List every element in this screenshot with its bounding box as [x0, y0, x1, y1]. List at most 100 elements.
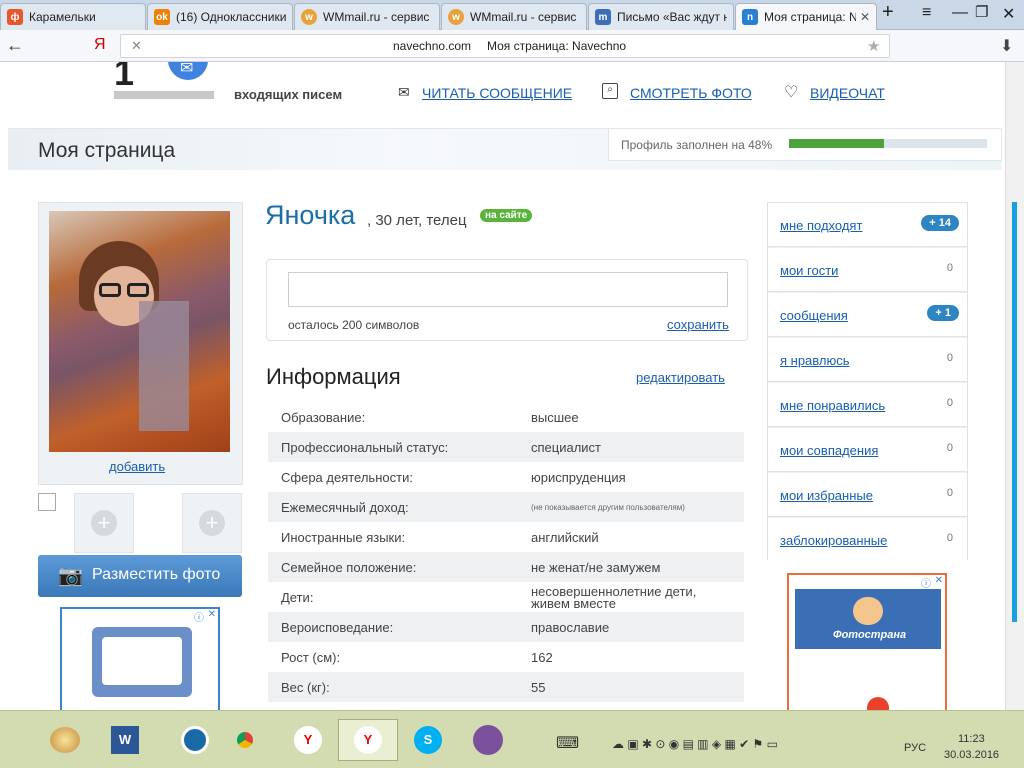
- sidebar-item-i-liked[interactable]: мне понравились 0: [768, 383, 967, 427]
- info-key: Вес (кг):: [281, 680, 330, 695]
- yandex-browser-icon[interactable]: Y: [278, 719, 338, 761]
- videochat-link[interactable]: ВИДЕОЧАТ: [810, 85, 885, 101]
- sidebar-item-suitable[interactable]: мне подходят + 14: [768, 203, 967, 247]
- ad-notification-icon: [867, 697, 889, 710]
- sidebar-item-label[interactable]: я нравлюсь: [780, 353, 850, 368]
- browser-tab-bar: ф Карамельки ok (16) Одноклассники w WMm…: [0, 0, 1024, 30]
- read-message-link[interactable]: ЧИТАТЬ СООБЩЕНИЕ: [422, 85, 572, 101]
- table-row: Иностранные языки: английский: [268, 522, 744, 552]
- count-value: 0: [946, 262, 953, 274]
- sidebar-item-label[interactable]: мне подходят: [780, 218, 862, 233]
- status-remaining: осталось 200 символов: [288, 318, 420, 332]
- viber-icon[interactable]: [458, 719, 518, 761]
- navechno-icon: n: [742, 9, 758, 25]
- ad-info-icon[interactable]: ⓘ: [921, 575, 931, 590]
- info-key: Ежемесячный доход:: [281, 500, 409, 515]
- save-status-link[interactable]: сохранить: [667, 317, 729, 332]
- new-tab-icon[interactable]: +: [882, 1, 894, 24]
- page-title: Моя страница: [38, 139, 176, 162]
- table-row: Семейное положение: не женат/не замужем: [268, 552, 744, 582]
- chrome-icon[interactable]: [215, 719, 275, 761]
- ad-close-icon[interactable]: ✕: [935, 575, 943, 586]
- tray-icons[interactable]: ☁ ▣ ✱ ⊙ ◉ ▤ ▥ ◈ ▦ ✔ ⚑ ▭: [612, 737, 778, 751]
- clock-time[interactable]: 11:23: [958, 733, 985, 745]
- info-value: английский: [531, 530, 599, 545]
- info-key: Иностранные языки:: [281, 530, 406, 545]
- info-key: Рост (см):: [281, 650, 341, 665]
- browser-tab[interactable]: w WMmail.ru - сервис: [294, 3, 440, 30]
- progress-bar: [789, 139, 987, 148]
- sidebar-item-blocked[interactable]: заблокированные 0: [768, 518, 967, 562]
- ad-close-icon[interactable]: ✕: [208, 609, 216, 620]
- word-icon[interactable]: W: [95, 719, 155, 761]
- menu-icon[interactable]: ≡: [922, 4, 931, 22]
- clock-date[interactable]: 30.03.2016: [944, 749, 999, 761]
- incoming-count: 1: [114, 62, 135, 93]
- sidebar-item-label[interactable]: мои избранные: [780, 488, 873, 503]
- advertisement[interactable]: ⓘ ✕: [60, 607, 220, 710]
- site-favicon-icon: ф: [7, 9, 23, 25]
- info-value: специалист: [531, 440, 602, 455]
- sidebar-item-matches[interactable]: мои совпадения 0: [768, 428, 967, 472]
- browser-tab[interactable]: ф Карамельки: [0, 3, 146, 30]
- sidebar-item-label[interactable]: заблокированные: [780, 533, 887, 548]
- info-value: не женат/не замужем: [531, 560, 661, 575]
- add-photo-link[interactable]: добавить: [109, 459, 165, 474]
- fotostrana-ad[interactable]: ⓘ ✕ Фотострана: [787, 573, 947, 710]
- maximize-icon[interactable]: ❐: [975, 3, 988, 21]
- ad-info-icon[interactable]: ⓘ: [194, 609, 204, 624]
- count-badge: + 1: [927, 305, 959, 321]
- paint-icon[interactable]: [35, 719, 95, 761]
- count-value: 0: [946, 442, 953, 454]
- profile-photo[interactable]: [49, 211, 230, 452]
- odnoklassniki-icon: ok: [154, 9, 170, 25]
- yandex-logo[interactable]: Я: [94, 36, 106, 54]
- download-icon[interactable]: ⬇: [1000, 36, 1013, 56]
- couple-icon: [853, 597, 883, 625]
- url-field[interactable]: ✕ navechno.com Моя страница: Navechno ★: [120, 34, 890, 58]
- browser-tab[interactable]: m Письмо «Вас ждут н: [588, 3, 734, 30]
- page-scrollbar[interactable]: [1005, 62, 1024, 710]
- close-tab-icon[interactable]: ✕: [856, 10, 870, 24]
- envelope-badge-icon[interactable]: ✉: [168, 62, 208, 80]
- sidebar-item-label[interactable]: мне понравились: [780, 398, 885, 413]
- language-indicator[interactable]: РУС: [904, 742, 926, 754]
- sidebar-item-label[interactable]: сообщения: [780, 308, 848, 323]
- place-photo-label: Разместить фото: [92, 566, 221, 583]
- clear-url-icon[interactable]: ✕: [131, 38, 142, 54]
- magnifier-icon: ⌕: [602, 83, 618, 99]
- info-value: 162: [531, 650, 553, 665]
- keyboard-icon[interactable]: ⌨: [556, 733, 579, 753]
- browser-tab[interactable]: ok (16) Одноклассники: [147, 3, 293, 30]
- table-row: Вероисповедание: православие: [268, 612, 744, 642]
- info-key: Дети:: [281, 590, 314, 605]
- bookmark-star-icon[interactable]: ★: [867, 37, 880, 55]
- yandex-browser-active-icon[interactable]: Y: [338, 719, 398, 761]
- photo-slot[interactable]: +: [182, 493, 242, 553]
- photo-slot[interactable]: +: [74, 493, 134, 553]
- status-input[interactable]: [288, 272, 728, 307]
- broken-image-icon: [38, 493, 56, 511]
- sidebar-item-messages[interactable]: сообщения + 1: [768, 293, 967, 337]
- progress-label: Профиль заполнен на 48%: [621, 138, 773, 152]
- sidebar-item-favorites[interactable]: мои избранные 0: [768, 473, 967, 517]
- close-window-icon[interactable]: ✕: [1002, 4, 1015, 24]
- sidebar-item-label[interactable]: мои гости: [780, 263, 838, 278]
- see-photo-link[interactable]: СМОТРЕТЬ ФОТО: [630, 85, 752, 101]
- videochat-icon: ♡: [784, 84, 799, 101]
- skype-icon[interactable]: S: [398, 719, 458, 761]
- count-value: 0: [946, 487, 953, 499]
- browser-tab-active[interactable]: n Моя страница: N ✕: [735, 3, 877, 30]
- back-arrow-icon[interactable]: ←: [6, 35, 24, 56]
- edit-info-link[interactable]: редактировать: [636, 370, 725, 385]
- info-value: высшее: [531, 410, 579, 425]
- info-key: Профессиональный статус:: [281, 440, 449, 455]
- sidebar-item-guests[interactable]: мои гости 0: [768, 248, 967, 292]
- sidebar-item-liked-me[interactable]: я нравлюсь 0: [768, 338, 967, 382]
- sidebar-item-label[interactable]: мои совпадения: [780, 443, 878, 458]
- place-photo-button[interactable]: 📷 Разместить фото: [38, 555, 242, 597]
- plus-icon: +: [199, 510, 225, 536]
- minimize-icon[interactable]: —: [952, 4, 968, 22]
- scrollbar-thumb[interactable]: [1012, 202, 1017, 622]
- browser-tab[interactable]: w WMmail.ru - сервис: [441, 3, 587, 30]
